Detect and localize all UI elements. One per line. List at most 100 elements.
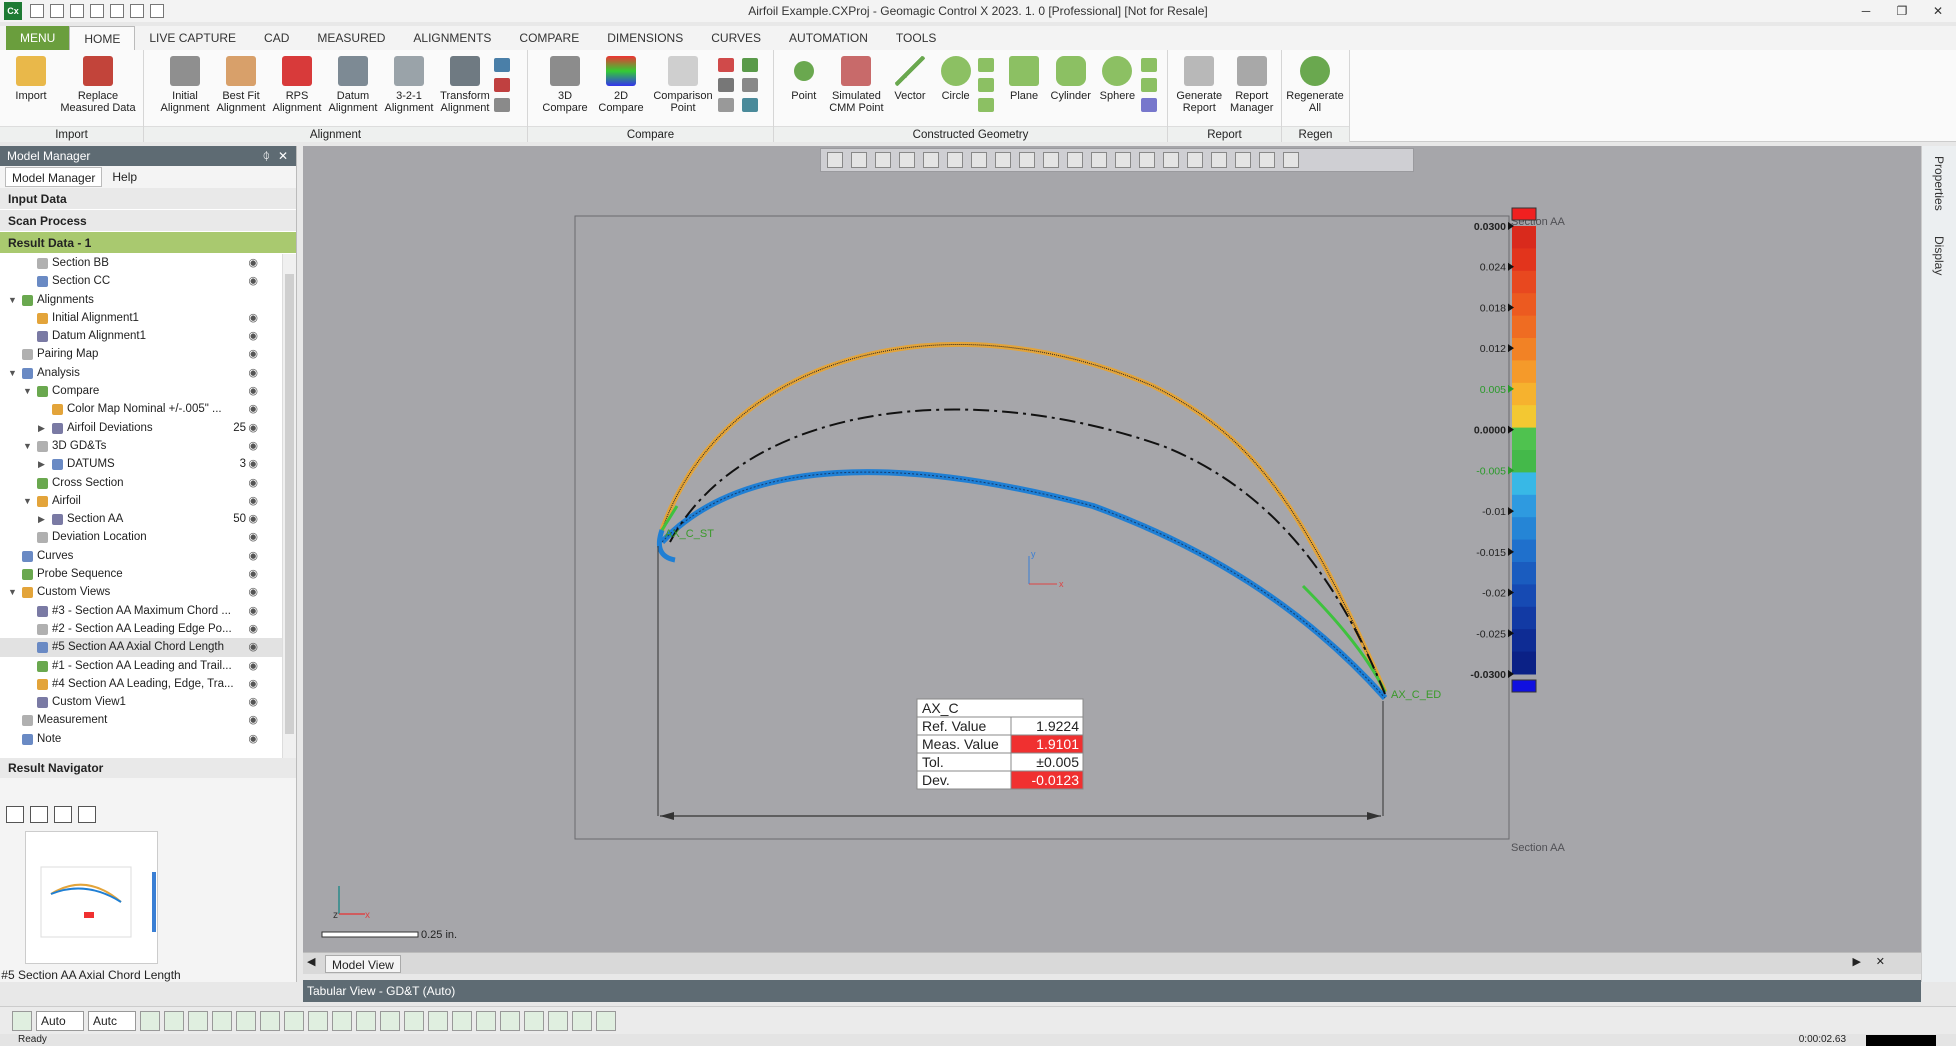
tree-item[interactable]: ▶ DATUMS 3 ◉: [0, 455, 296, 473]
section-scan-process[interactable]: Scan Process: [0, 210, 296, 232]
capture-view-icon[interactable]: [54, 806, 72, 823]
tree-item[interactable]: Probe Sequence ◉: [0, 565, 296, 583]
chevron-right-icon[interactable]: ▶: [38, 455, 45, 473]
visibility-eye-icon[interactable]: ◉: [248, 327, 258, 345]
visibility-eye-icon[interactable]: ◉: [248, 400, 258, 418]
visibility-eye-icon[interactable]: ◉: [248, 565, 258, 583]
auto-dropdown-2[interactable]: Autc: [88, 1010, 136, 1031]
tree-item[interactable]: ▼ Airfoil ◉: [0, 492, 296, 510]
folder-icon[interactable]: [90, 4, 104, 18]
filter-icon[interactable]: [452, 1010, 472, 1031]
regenerate-all-button[interactable]: Regenerate All: [1286, 56, 1344, 114]
visibility-eye-icon[interactable]: ◉: [248, 675, 258, 693]
visibility-eye-icon[interactable]: ◉: [248, 620, 258, 638]
tree-item[interactable]: Datum Alignment1 ◉: [0, 327, 296, 345]
select-mode-icon[interactable]: [12, 1010, 32, 1031]
compare-tool-icon[interactable]: [718, 58, 734, 72]
tab-compare[interactable]: COMPARE: [505, 26, 593, 50]
filter-icon[interactable]: [212, 1010, 232, 1031]
tree-item[interactable]: ▶ Airfoil Deviations 25 ◉: [0, 419, 296, 437]
close-button[interactable]: ✕: [1920, 0, 1956, 22]
tab-measured[interactable]: MEASURED: [303, 26, 399, 50]
visibility-eye-icon[interactable]: ◉: [248, 583, 258, 601]
view-thumbnail[interactable]: [25, 831, 158, 964]
tab-close-icon[interactable]: ✕: [1876, 955, 1885, 968]
tree-item[interactable]: ▼ 3D GD&Ts ◉: [0, 437, 296, 455]
tree-item[interactable]: Section CC ◉: [0, 272, 296, 290]
fill-icon[interactable]: [1235, 152, 1251, 168]
tab-live-capture[interactable]: LIVE CAPTURE: [135, 26, 250, 50]
visibility-eye-icon[interactable]: ◉: [248, 711, 258, 729]
tab-menu[interactable]: MENU: [6, 26, 70, 50]
point-button[interactable]: Point: [782, 56, 826, 102]
result-navigator[interactable]: Result Navigator: [0, 758, 296, 778]
capture-view-icon[interactable]: [6, 806, 24, 823]
app-icon[interactable]: Cx: [4, 2, 22, 20]
poly-select-icon[interactable]: [1115, 152, 1131, 168]
compare-tool-icon[interactable]: [742, 58, 758, 72]
tree-item[interactable]: #4 Section AA Leading, Edge, Tra... ◉: [0, 675, 296, 693]
visibility-eye-icon[interactable]: ◉: [248, 382, 258, 400]
save-icon[interactable]: [70, 4, 84, 18]
tree-item[interactable]: ▼ Compare ◉: [0, 382, 296, 400]
vector-button[interactable]: Vector: [887, 56, 933, 102]
tab-scroll-left-icon[interactable]: ◀: [307, 955, 315, 968]
filter-icon[interactable]: [380, 1010, 400, 1031]
visibility-eye-icon[interactable]: ◉: [248, 419, 258, 437]
chevron-right-icon[interactable]: ▶: [38, 510, 45, 528]
tab-model-view[interactable]: Model View: [325, 955, 401, 973]
paint-icon[interactable]: [1187, 152, 1203, 168]
tab-dimensions[interactable]: DIMENSIONS: [593, 26, 697, 50]
geometry-tool-icon[interactable]: [978, 58, 995, 72]
view-box-icon[interactable]: [851, 152, 867, 168]
filter-icon[interactable]: [476, 1010, 496, 1031]
filter-icon[interactable]: [500, 1010, 520, 1031]
tree-item[interactable]: Color Map Nominal +/-.005" ... ◉: [0, 400, 296, 418]
snap-icon[interactable]: [1283, 152, 1299, 168]
tree-item[interactable]: ▶ Section AA 50 ◉: [0, 510, 296, 528]
chevron-down-icon[interactable]: ▼: [8, 583, 17, 601]
filter-icon[interactable]: [284, 1010, 304, 1031]
plane-button[interactable]: Plane: [1002, 56, 1046, 102]
compare-tool-icon[interactable]: [742, 98, 758, 112]
open-file-icon[interactable]: [50, 4, 64, 18]
view-front-icon[interactable]: [899, 152, 915, 168]
import-button[interactable]: Import: [4, 56, 58, 102]
visibility-eye-icon[interactable]: ◉: [248, 254, 258, 272]
capture-view-icon[interactable]: [30, 806, 48, 823]
filter-icon[interactable]: [188, 1010, 208, 1031]
filter-icon[interactable]: [140, 1010, 160, 1031]
rect-select-icon[interactable]: [1067, 152, 1083, 168]
visibility-eye-icon[interactable]: ◉: [248, 437, 258, 455]
visibility-eye-icon[interactable]: ◉: [248, 455, 258, 473]
visibility-eye-icon[interactable]: ◉: [248, 657, 258, 675]
visibility-eye-icon[interactable]: ◉: [248, 638, 258, 656]
tree-item[interactable]: Pairing Map ◉: [0, 345, 296, 363]
axis-icon[interactable]: [1141, 98, 1158, 112]
tab-alignments[interactable]: ALIGNMENTS: [399, 26, 505, 50]
model-view[interactable]: Section AA Section AA AX_C_ST AX_C_ED y …: [303, 146, 1921, 952]
compare-tool-icon[interactable]: [742, 78, 758, 92]
torus-icon[interactable]: [1141, 78, 1158, 92]
visibility-eye-icon[interactable]: ◉: [248, 693, 258, 711]
new-file-icon[interactable]: [30, 4, 44, 18]
align-tool-icon[interactable]: [494, 78, 510, 92]
capture-view-icon[interactable]: [78, 806, 96, 823]
restore-button[interactable]: ❐: [1884, 0, 1920, 22]
chevron-down-icon[interactable]: ▼: [8, 364, 17, 382]
section-input-data[interactable]: Input Data: [0, 188, 296, 210]
tree-item[interactable]: ▼ Alignments: [0, 291, 296, 309]
scroll-thumb[interactable]: [285, 274, 294, 734]
view-split-icon[interactable]: [947, 152, 963, 168]
tab-model-manager[interactable]: Model Manager: [5, 167, 103, 187]
filter-icon[interactable]: [260, 1010, 280, 1031]
tree-item[interactable]: ▼ Custom Views ◉: [0, 583, 296, 601]
section-result-data[interactable]: Result Data - 1: [0, 232, 296, 254]
visibility-eye-icon[interactable]: ◉: [248, 602, 258, 620]
properties-tab[interactable]: Properties: [1932, 156, 1946, 211]
visibility-eye-icon[interactable]: ◉: [248, 272, 258, 290]
replace-measured-data-button[interactable]: Replace Measured Data: [60, 56, 136, 114]
visibility-eye-icon[interactable]: ◉: [248, 364, 258, 382]
tab-scroll-right-icon[interactable]: ▶: [1853, 955, 1861, 968]
report-manager-button[interactable]: Report Manager: [1227, 56, 1278, 114]
